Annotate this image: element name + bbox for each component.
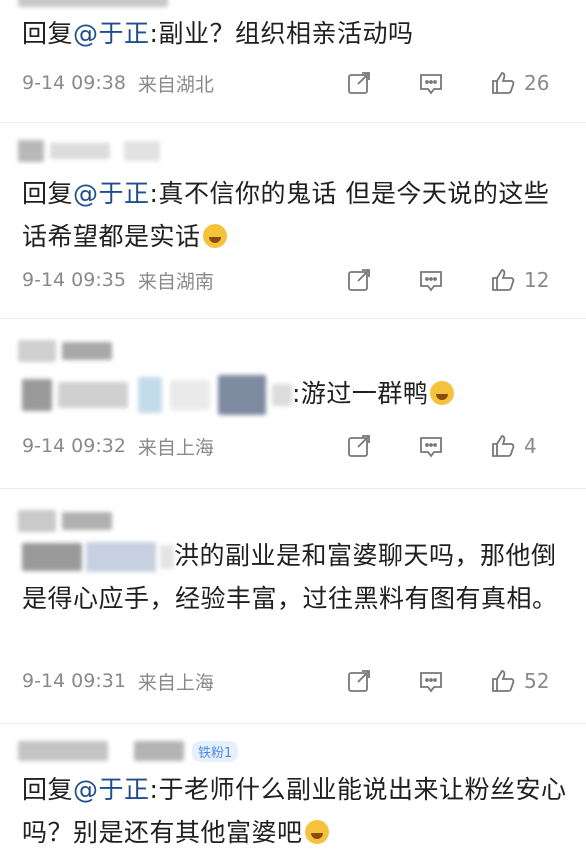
- fan-badge: 铁粉1: [192, 740, 239, 762]
- mention-link[interactable]: @于正: [73, 19, 150, 48]
- comment-meta: 9-14 09:35 来自湖南 12: [22, 265, 568, 295]
- blurred-prefix: [22, 379, 52, 411]
- reply-prefix: 回复: [22, 179, 74, 208]
- comment-user[interactable]: 铁粉1: [18, 736, 239, 766]
- comment-text: 洪的副业是和富婆聊天吗，那他倒是得心应手，经验丰富，过往黑料有图有真相。: [22, 534, 567, 620]
- avatar[interactable]: [18, 741, 108, 761]
- avatar[interactable]: [18, 340, 56, 362]
- username[interactable]: [62, 342, 112, 360]
- like-count: 4: [524, 434, 537, 458]
- crying-emoji-icon: [202, 224, 227, 248]
- like-count: 12: [524, 268, 550, 292]
- divider: [0, 723, 586, 724]
- comment-meta: 9-14 09:38 来自湖北 26: [22, 68, 568, 98]
- comment-icon[interactable]: [418, 668, 444, 694]
- comment-actions: 4: [346, 431, 550, 461]
- comment-actions: 26: [346, 68, 550, 98]
- laughing-emoji-icon: [304, 820, 329, 844]
- thumbs-up-icon[interactable]: [490, 433, 516, 459]
- share-icon[interactable]: [346, 70, 372, 96]
- comment-time: 9-14 09:35: [22, 269, 126, 291]
- comment-icon[interactable]: [418, 267, 444, 293]
- like-count: 52: [524, 669, 550, 693]
- username[interactable]: [50, 143, 110, 159]
- mention-link[interactable]: @于正: [73, 179, 150, 208]
- comment-icon[interactable]: [418, 70, 444, 96]
- comment-text: :游过一群鸭: [22, 372, 567, 415]
- reply-prefix: 回复: [22, 775, 74, 804]
- avatar[interactable]: [18, 510, 56, 532]
- comment-time: 9-14 09:32: [22, 435, 126, 457]
- like-count: 26: [524, 71, 550, 95]
- comment-user[interactable]: [18, 136, 160, 166]
- comment-text: 回复@于正:于老师什么副业能说出来让粉丝安心吗？别是还有其他富婆吧: [22, 768, 567, 854]
- username[interactable]: [62, 512, 112, 530]
- username[interactable]: [134, 741, 184, 761]
- comment-location: 来自湖南: [137, 270, 214, 293]
- reply-prefix: 回复: [22, 19, 74, 48]
- comment-meta: 9-14 09:32 来自上海 4: [22, 431, 568, 461]
- comment-body: :游过一群鸭: [292, 379, 429, 408]
- thumbs-up-icon[interactable]: [490, 668, 516, 694]
- mention-link[interactable]: @于正: [73, 775, 150, 804]
- avatar[interactable]: [18, 140, 44, 162]
- divider: [0, 318, 586, 319]
- comment-actions: 52: [346, 666, 550, 696]
- thumbs-up-icon[interactable]: [490, 70, 516, 96]
- comment-body: :副业？组织相亲活动吗: [149, 19, 414, 48]
- share-icon[interactable]: [346, 668, 372, 694]
- share-icon[interactable]: [346, 267, 372, 293]
- blurred-prefix: [22, 543, 82, 571]
- divider: [0, 488, 586, 489]
- comment-location: 来自上海: [137, 671, 214, 694]
- comment-text: 回复@于正:副业？组织相亲活动吗: [22, 12, 567, 55]
- comment-user[interactable]: [18, 506, 112, 536]
- comment-meta: 9-14 09:31 来自上海 52: [22, 666, 568, 696]
- comment-text: 回复@于正:真不信你的鬼话 但是今天说的这些话希望都是实话: [22, 172, 567, 258]
- thumbs-up-icon[interactable]: [490, 267, 516, 293]
- comment-time: 9-14 09:31: [22, 670, 126, 692]
- comment-location: 来自上海: [137, 436, 214, 459]
- comment-icon[interactable]: [418, 433, 444, 459]
- comment-time: 9-14 09:38: [22, 72, 126, 94]
- share-icon[interactable]: [346, 433, 372, 459]
- divider: [0, 122, 586, 123]
- laughing-emoji-icon: [430, 381, 455, 405]
- comment-actions: 12: [346, 265, 550, 295]
- comment-user[interactable]: [18, 336, 112, 366]
- cropped-username: [18, 0, 168, 12]
- comment-location: 来自湖北: [137, 73, 214, 96]
